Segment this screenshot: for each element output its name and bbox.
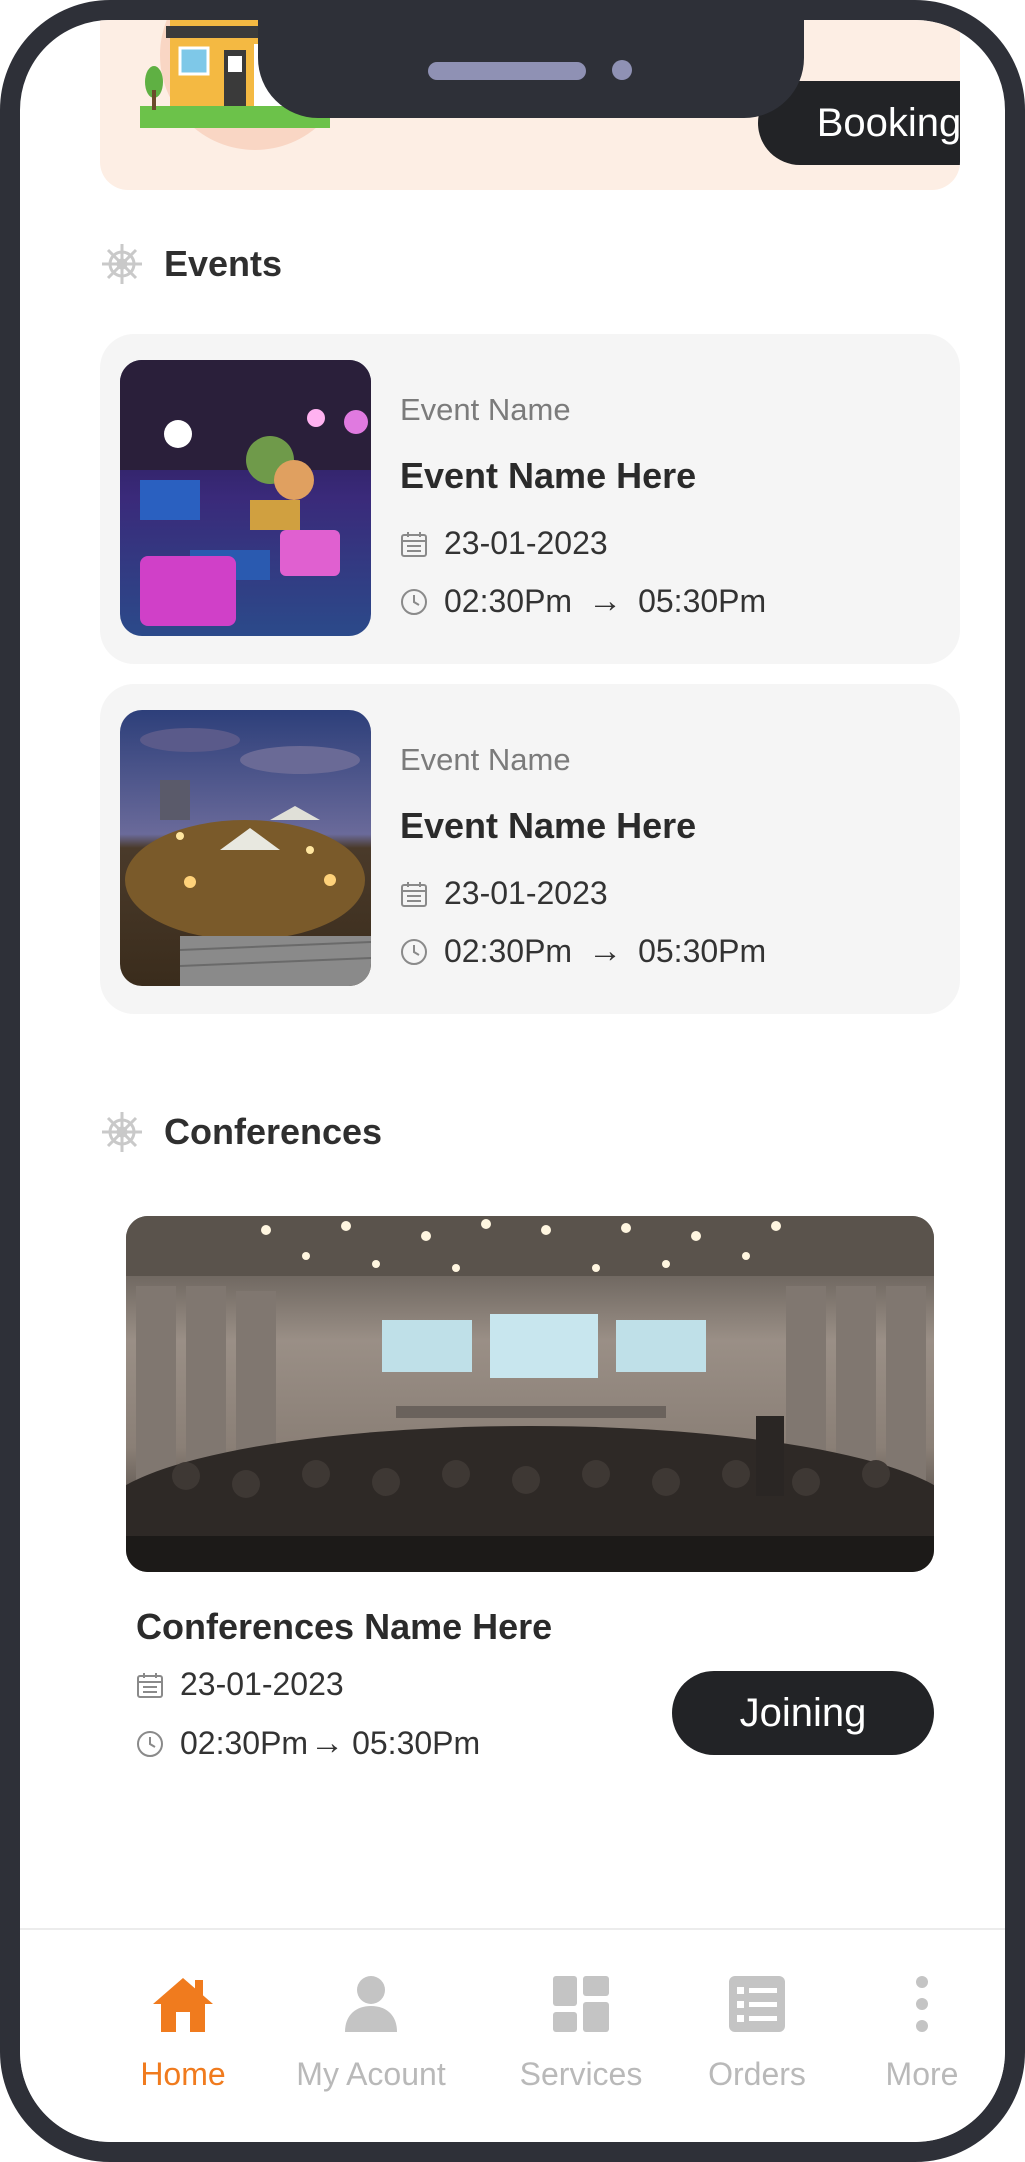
arrow-right-icon: → [588, 582, 623, 620]
event-time-row: 02:30Pm → 05:30Pm [400, 932, 766, 971]
event-card[interactable]: Event Name Event Name Here 23-01-2023 02… [100, 334, 960, 664]
notch [258, 20, 804, 118]
bottom-nav: Home My Acount Services Orders More [20, 1928, 1005, 2142]
clock-icon [401, 938, 427, 965]
event-details: Event Name Event Name Here 23-01-2023 02… [400, 392, 766, 621]
phone-frame: Booking Events Event Name Event Name Her… [0, 0, 1025, 2162]
home-icon [153, 1978, 213, 2032]
event-details: Event Name Event Name Here 23-01-2023 02… [400, 742, 766, 971]
conferences-header: Conferences [100, 1110, 382, 1154]
conference-end-time: 05:30Pm [352, 1725, 481, 1761]
ship-wheel-icon [102, 1112, 142, 1152]
event-date: 23-01-2023 [444, 525, 608, 561]
section-title-conferences: Conferences [164, 1111, 383, 1152]
event-name: Event Name Here [400, 805, 697, 846]
event-date: 23-01-2023 [444, 875, 608, 911]
speaker-grille [428, 62, 586, 80]
conference-date: 23-01-2023 [180, 1666, 344, 1702]
event-start-time: 02:30Pm [444, 933, 573, 969]
event-image [120, 360, 371, 636]
event-start-time: 02:30Pm [444, 583, 573, 619]
conference-time-row: 02:30Pm → 05:30Pm [136, 1724, 480, 1763]
clock-icon [401, 588, 427, 615]
nav-label-services: Services [519, 2056, 643, 2092]
event-name: Event Name Here [400, 455, 697, 496]
nav-item-more[interactable]: More [822, 1970, 1005, 2093]
user-icon [345, 1976, 397, 2032]
arrow-right-icon: → [310, 1724, 345, 1762]
event-date-row: 23-01-2023 [400, 875, 766, 912]
events-header: Events [100, 242, 282, 286]
nav-item-my-account[interactable]: My Acount [271, 1970, 471, 2093]
conference-start-time: 02:30Pm [180, 1725, 309, 1761]
more-vertical-icon [916, 1976, 928, 2032]
conference-date-row: 23-01-2023 [136, 1666, 344, 1703]
event-time-row: 02:30Pm → 05:30Pm [400, 582, 766, 621]
conference-image[interactable] [126, 1216, 934, 1572]
joining-button[interactable]: Joining [672, 1671, 934, 1755]
nav-item-services[interactable]: Services [481, 1970, 681, 2093]
event-end-time: 05:30Pm [638, 583, 767, 619]
grid-icon [553, 1976, 609, 2032]
nav-label-my-account: My Acount [296, 2056, 446, 2092]
event-date-row: 23-01-2023 [400, 525, 766, 562]
nav-label-more: More [885, 2056, 959, 2092]
ship-wheel-icon [102, 244, 142, 284]
event-end-time: 05:30Pm [638, 933, 767, 969]
nav-label-orders: Orders [708, 2056, 806, 2092]
event-card[interactable]: Event Name Event Name Here 23-01-2023 02… [100, 684, 960, 1014]
nav-label-home: Home [140, 2056, 226, 2092]
calendar-icon [401, 531, 427, 557]
event-label: Event Name [400, 742, 571, 777]
event-label: Event Name [400, 392, 571, 427]
arrow-right-icon: → [588, 932, 623, 970]
nav-item-home[interactable]: Home [83, 1970, 283, 2093]
front-camera [612, 60, 632, 80]
list-icon [729, 1976, 785, 2032]
clock-icon [137, 1730, 163, 1757]
event-image [120, 710, 371, 986]
conference-name: Conferences Name Here [136, 1606, 553, 1647]
calendar-icon [401, 881, 427, 907]
section-title-events: Events [164, 243, 283, 284]
calendar-icon [137, 1672, 163, 1698]
